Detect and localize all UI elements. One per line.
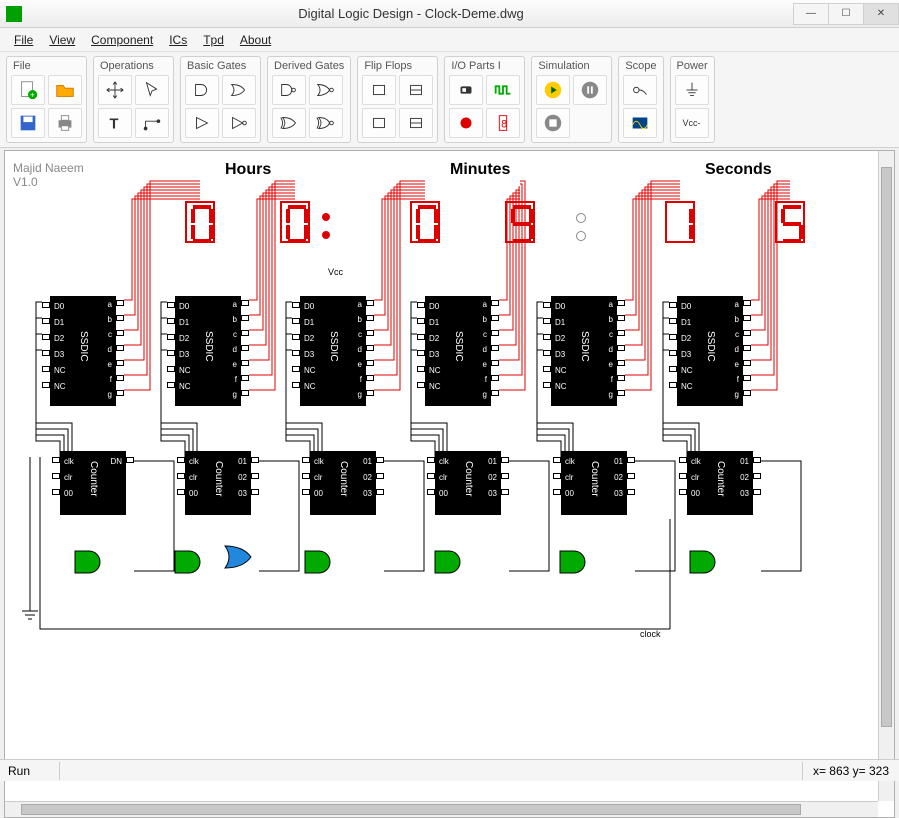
minutes-label: Minutes xyxy=(450,161,510,179)
xnor-gate-tool[interactable] xyxy=(309,108,343,138)
jkff-tool[interactable] xyxy=(399,75,433,105)
run-status: Run xyxy=(0,762,60,780)
vertical-scrollbar[interactable] xyxy=(878,151,894,801)
status-bar: Run x= 863 y= 323 xyxy=(0,759,899,781)
led-tool[interactable] xyxy=(449,108,483,138)
menu-about[interactable]: About xyxy=(234,31,277,49)
ssdic-chip-3: SSDICD0D1D2D3NCNCabcdefg xyxy=(425,296,491,406)
group-operations: Operations T xyxy=(93,56,174,143)
group-derived-title: Derived Gates xyxy=(272,59,346,75)
group-basic-gates: Basic Gates xyxy=(180,56,261,143)
clock-label: clock xyxy=(640,629,661,639)
counter-chip-0: Counterclkclr00DN xyxy=(60,451,126,515)
group-io: I/O Parts I 8 xyxy=(444,56,525,143)
minimize-button[interactable]: — xyxy=(793,3,829,25)
group-scope-title: Scope xyxy=(623,59,658,75)
colon-2 xyxy=(575,205,585,247)
menu-view[interactable]: View xyxy=(43,31,81,49)
probe-tool[interactable] xyxy=(623,75,657,105)
clock-tool[interactable] xyxy=(486,75,520,105)
seven-segment-3 xyxy=(505,201,535,243)
group-file-title: File xyxy=(11,59,82,75)
seven-segment-4 xyxy=(665,201,695,243)
schematic-canvas[interactable]: Majid NaeemV1.0 Hours Minutes Seconds Vc… xyxy=(5,151,873,791)
counter-chip-3: Counterclkclr00010203 xyxy=(435,451,501,515)
group-ff-title: Flip Flops xyxy=(362,59,433,75)
text-tool[interactable]: T xyxy=(98,108,132,138)
author-label: Majid NaeemV1.0 xyxy=(13,161,84,189)
group-scope: Scope xyxy=(618,56,663,143)
counter-chip-2: Counterclkclr00010203 xyxy=(310,451,376,515)
colon-1 xyxy=(321,205,331,247)
ssdic-chip-1: SSDICD0D1D2D3NCNCabcdefg xyxy=(175,296,241,406)
not-gate-tool[interactable] xyxy=(222,108,256,138)
hours-label: Hours xyxy=(225,161,271,179)
app-icon xyxy=(6,6,22,22)
tff-tool[interactable] xyxy=(362,108,396,138)
new-file-button[interactable]: + xyxy=(11,75,45,105)
svg-text:T: T xyxy=(110,117,119,133)
menu-ics[interactable]: ICs xyxy=(163,31,193,49)
group-sim-title: Simulation xyxy=(536,59,607,75)
group-derived-gates: Derived Gates xyxy=(267,56,351,143)
title-bar: Digital Logic Design - Clock-Deme.dwg — … xyxy=(0,0,899,28)
and-gate-tool[interactable] xyxy=(185,75,219,105)
nand-gate-tool[interactable] xyxy=(272,75,306,105)
ground-tool[interactable] xyxy=(675,75,709,105)
open-file-button[interactable] xyxy=(48,75,82,105)
ssdic-chip-4: SSDICD0D1D2D3NCNCabcdefg xyxy=(551,296,617,406)
menu-component[interactable]: Component xyxy=(85,31,159,49)
toolbox: File + Operations T Basic Gates Derived … xyxy=(0,52,899,148)
save-file-button[interactable] xyxy=(11,108,45,138)
group-file: File + xyxy=(6,56,87,143)
wire-tool[interactable] xyxy=(135,108,169,138)
play-button[interactable] xyxy=(536,75,570,105)
scope-view-button[interactable] xyxy=(623,108,657,138)
stop-button[interactable] xyxy=(536,108,570,138)
group-io-title: I/O Parts I xyxy=(449,59,520,75)
seven-segment-1 xyxy=(280,201,310,243)
group-power: Power Vcc- xyxy=(670,56,715,143)
menu-tpd[interactable]: Tpd xyxy=(197,31,230,49)
print-button[interactable] xyxy=(48,108,82,138)
cursor-coords: x= 863 y= 323 xyxy=(802,762,899,780)
seven-segment-2 xyxy=(410,201,440,243)
or-gate-tool[interactable] xyxy=(222,75,256,105)
close-button[interactable]: ✕ xyxy=(863,3,899,25)
dff-tool[interactable] xyxy=(362,75,396,105)
group-flipflops: Flip Flops xyxy=(357,56,438,143)
menu-file[interactable]: File xyxy=(8,31,39,49)
nor-gate-tool[interactable] xyxy=(309,75,343,105)
horizontal-scrollbar[interactable] xyxy=(5,801,878,817)
svg-text:+: + xyxy=(30,90,35,99)
svg-text:8: 8 xyxy=(501,119,507,131)
group-basic-title: Basic Gates xyxy=(185,59,256,75)
select-tool[interactable] xyxy=(135,75,169,105)
maximize-button[interactable]: ☐ xyxy=(828,3,864,25)
ssd-tool[interactable]: 8 xyxy=(486,108,520,138)
vcc-label: Vcc xyxy=(328,267,343,277)
switch-tool[interactable] xyxy=(449,75,483,105)
group-power-title: Power xyxy=(675,59,710,75)
ssdic-chip-2: SSDICD0D1D2D3NCNCabcdefg xyxy=(300,296,366,406)
vcc-tool[interactable]: Vcc- xyxy=(675,108,709,138)
counter-chip-1: Counterclkclr00010203 xyxy=(185,451,251,515)
move-tool[interactable] xyxy=(98,75,132,105)
ssdic-chip-5: SSDICD0D1D2D3NCNCabcdefg xyxy=(677,296,743,406)
seven-segment-0 xyxy=(185,201,215,243)
srff-tool[interactable] xyxy=(399,108,433,138)
canvas-area[interactable]: Majid NaeemV1.0 Hours Minutes Seconds Vc… xyxy=(4,150,895,818)
ssdic-chip-0: SSDICD0D1D2D3NCNCabcdefg xyxy=(50,296,116,406)
group-ops-title: Operations xyxy=(98,59,169,75)
pause-button[interactable] xyxy=(573,75,607,105)
seven-segment-5 xyxy=(775,201,805,243)
buffer-tool[interactable] xyxy=(185,108,219,138)
group-simulation: Simulation xyxy=(531,56,612,143)
window-title: Digital Logic Design - Clock-Deme.dwg xyxy=(28,6,794,21)
xor-gate-tool[interactable] xyxy=(272,108,306,138)
menu-bar: File View Component ICs Tpd About xyxy=(0,28,899,52)
counter-chip-4: Counterclkclr00010203 xyxy=(561,451,627,515)
counter-chip-5: Counterclkclr00010203 xyxy=(687,451,753,515)
seconds-label: Seconds xyxy=(705,161,772,179)
